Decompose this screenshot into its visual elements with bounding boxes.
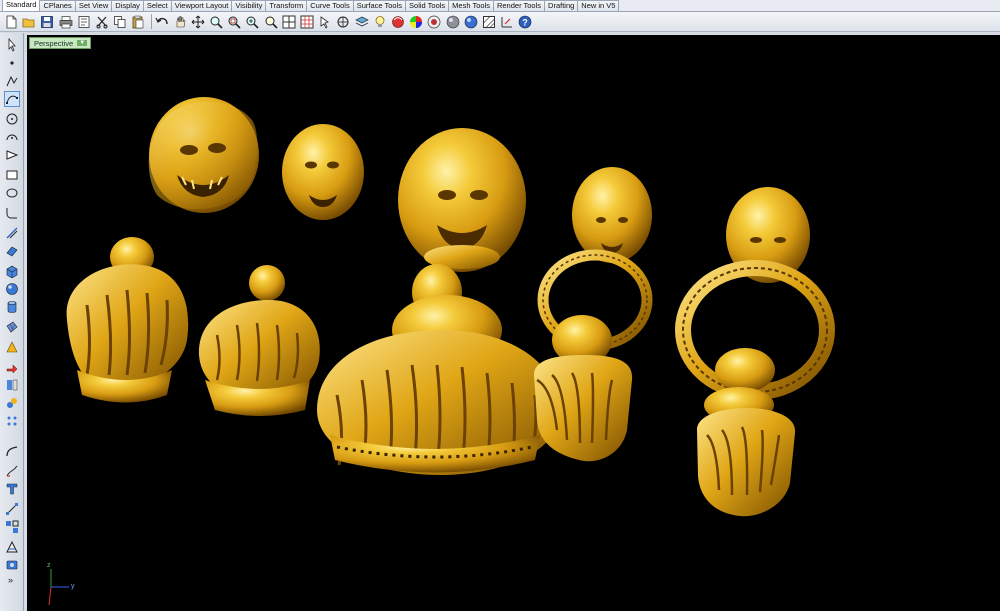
tab-standard[interactable]: Standard (2, 0, 41, 11)
toolbar-tab-strip: Standard CPlanes Set View Display Select… (0, 0, 1000, 12)
mane-tassel-model[interactable] (66, 237, 189, 403)
rendered-sphere-icon[interactable] (463, 14, 479, 30)
print-icon[interactable] (58, 14, 74, 30)
tab-drafting[interactable]: Drafting (544, 0, 579, 11)
copy-icon[interactable] (112, 14, 128, 30)
polyline-icon[interactable] (4, 73, 20, 89)
sphere-icon[interactable] (4, 281, 20, 297)
array-polar-icon[interactable] (4, 519, 20, 535)
tab-surface-tools[interactable]: Surface Tools (352, 0, 407, 11)
polygon-icon[interactable] (4, 147, 20, 163)
zoom-selected-icon[interactable] (263, 14, 279, 30)
material-icon[interactable] (390, 14, 406, 30)
surface-icon[interactable] (4, 243, 20, 259)
tab-curve-tools[interactable]: Curve Tools (306, 0, 354, 11)
chevron-down-icon[interactable]: ▼ (77, 40, 88, 46)
zoom-window-icon[interactable] (226, 14, 242, 30)
zoom-extents-icon[interactable] (244, 14, 260, 30)
blend-curve-icon[interactable] (4, 443, 20, 459)
text-tool-icon[interactable] (4, 481, 20, 497)
curve-icon[interactable] (4, 91, 20, 107)
box-icon[interactable] (4, 263, 20, 279)
move-icon[interactable] (4, 359, 20, 375)
tab-cplanes[interactable]: CPlanes (39, 0, 76, 11)
mane-tassel-model[interactable] (198, 265, 320, 416)
save-icon[interactable] (39, 14, 55, 30)
boolean-icon[interactable] (4, 339, 20, 355)
arc-icon[interactable] (4, 129, 20, 145)
object-snap-icon[interactable] (335, 14, 351, 30)
mane-tassel-model[interactable] (317, 264, 561, 475)
tab-visibility[interactable]: Visibility (231, 0, 267, 11)
toolbar-separator (150, 14, 152, 29)
paste-icon[interactable] (130, 14, 146, 30)
tab-render-tools[interactable]: Render Tools (492, 0, 546, 11)
new-file-icon[interactable] (3, 14, 19, 30)
shaded-sphere-icon[interactable] (445, 14, 461, 30)
tab-mesh-tools[interactable]: Mesh Tools (448, 0, 494, 11)
tab-set-view[interactable]: Set View (74, 0, 113, 11)
mesh-icon[interactable] (4, 319, 20, 335)
perspective-viewport[interactable]: y z Perspective ▼ (27, 35, 1000, 611)
pan-hand-icon[interactable] (172, 14, 188, 30)
array-icon[interactable] (4, 413, 20, 429)
world-axes-indicator: y z (47, 562, 75, 606)
standard-toolbar: ? (0, 12, 1000, 32)
axis-label-y: y (71, 583, 75, 590)
grid-icon[interactable] (299, 14, 315, 30)
layers-icon[interactable] (354, 14, 370, 30)
sweep-icon[interactable] (4, 463, 20, 479)
lion-head-model[interactable] (148, 97, 259, 213)
rectangle-icon[interactable] (4, 167, 20, 183)
properties-icon[interactable] (76, 14, 92, 30)
fillet-curve-icon[interactable] (4, 205, 20, 221)
tab-new-in-v5[interactable]: New in V5 (577, 0, 620, 11)
tab-select[interactable]: Select (142, 0, 172, 11)
svg-text:?: ? (523, 17, 529, 27)
help-icon[interactable]: ? (517, 14, 533, 30)
lion-head-model[interactable] (398, 128, 526, 272)
select-arrow-icon[interactable] (4, 37, 20, 53)
toolbar-overflow-chevron[interactable]: » (8, 575, 13, 585)
split-icon[interactable] (4, 377, 20, 393)
point-icon[interactable] (4, 55, 20, 71)
light-bulb-icon[interactable] (372, 14, 388, 30)
cut-icon[interactable] (94, 14, 110, 30)
open-folder-icon[interactable] (21, 14, 37, 30)
lion-head-ring-model[interactable] (537, 167, 653, 351)
circle-icon[interactable] (4, 111, 20, 127)
rhino-window: Standard CPlanes Set View Display Select… (0, 0, 1000, 611)
viewport-name: Perspective (34, 38, 74, 48)
hatch-icon[interactable] (481, 14, 497, 30)
tab-display[interactable]: Display (111, 0, 144, 11)
main-left-toolbar: » (0, 33, 24, 611)
analyze-icon[interactable] (4, 539, 20, 555)
tab-transform[interactable]: Transform (265, 0, 308, 11)
cylinder-icon[interactable] (4, 299, 20, 315)
dimension-linear-icon[interactable] (4, 501, 20, 517)
four-viewports-icon[interactable] (281, 14, 297, 30)
rotate-view-icon[interactable] (190, 14, 206, 30)
color-wheel-icon[interactable] (408, 14, 424, 30)
lion-head-model[interactable] (282, 124, 364, 220)
undo-icon[interactable] (154, 14, 170, 30)
viewport-title-tab[interactable]: Perspective ▼ (29, 37, 92, 49)
offset-curve-icon[interactable] (4, 225, 20, 241)
zoom-dynamic-icon[interactable] (208, 14, 224, 30)
tab-viewport-layout[interactable]: Viewport Layout (170, 0, 233, 11)
lion-head-models-scene: y z (47, 97, 835, 606)
ellipse-icon[interactable] (4, 185, 20, 201)
tab-solid-tools[interactable]: Solid Tools (405, 0, 450, 11)
render-icon[interactable] (4, 557, 20, 573)
render-preview-icon[interactable] (426, 14, 442, 30)
dimension-icon[interactable] (499, 14, 515, 30)
axis-label-z: z (47, 562, 51, 569)
group-icon[interactable] (4, 395, 20, 411)
select-filter-icon[interactable] (317, 14, 333, 30)
